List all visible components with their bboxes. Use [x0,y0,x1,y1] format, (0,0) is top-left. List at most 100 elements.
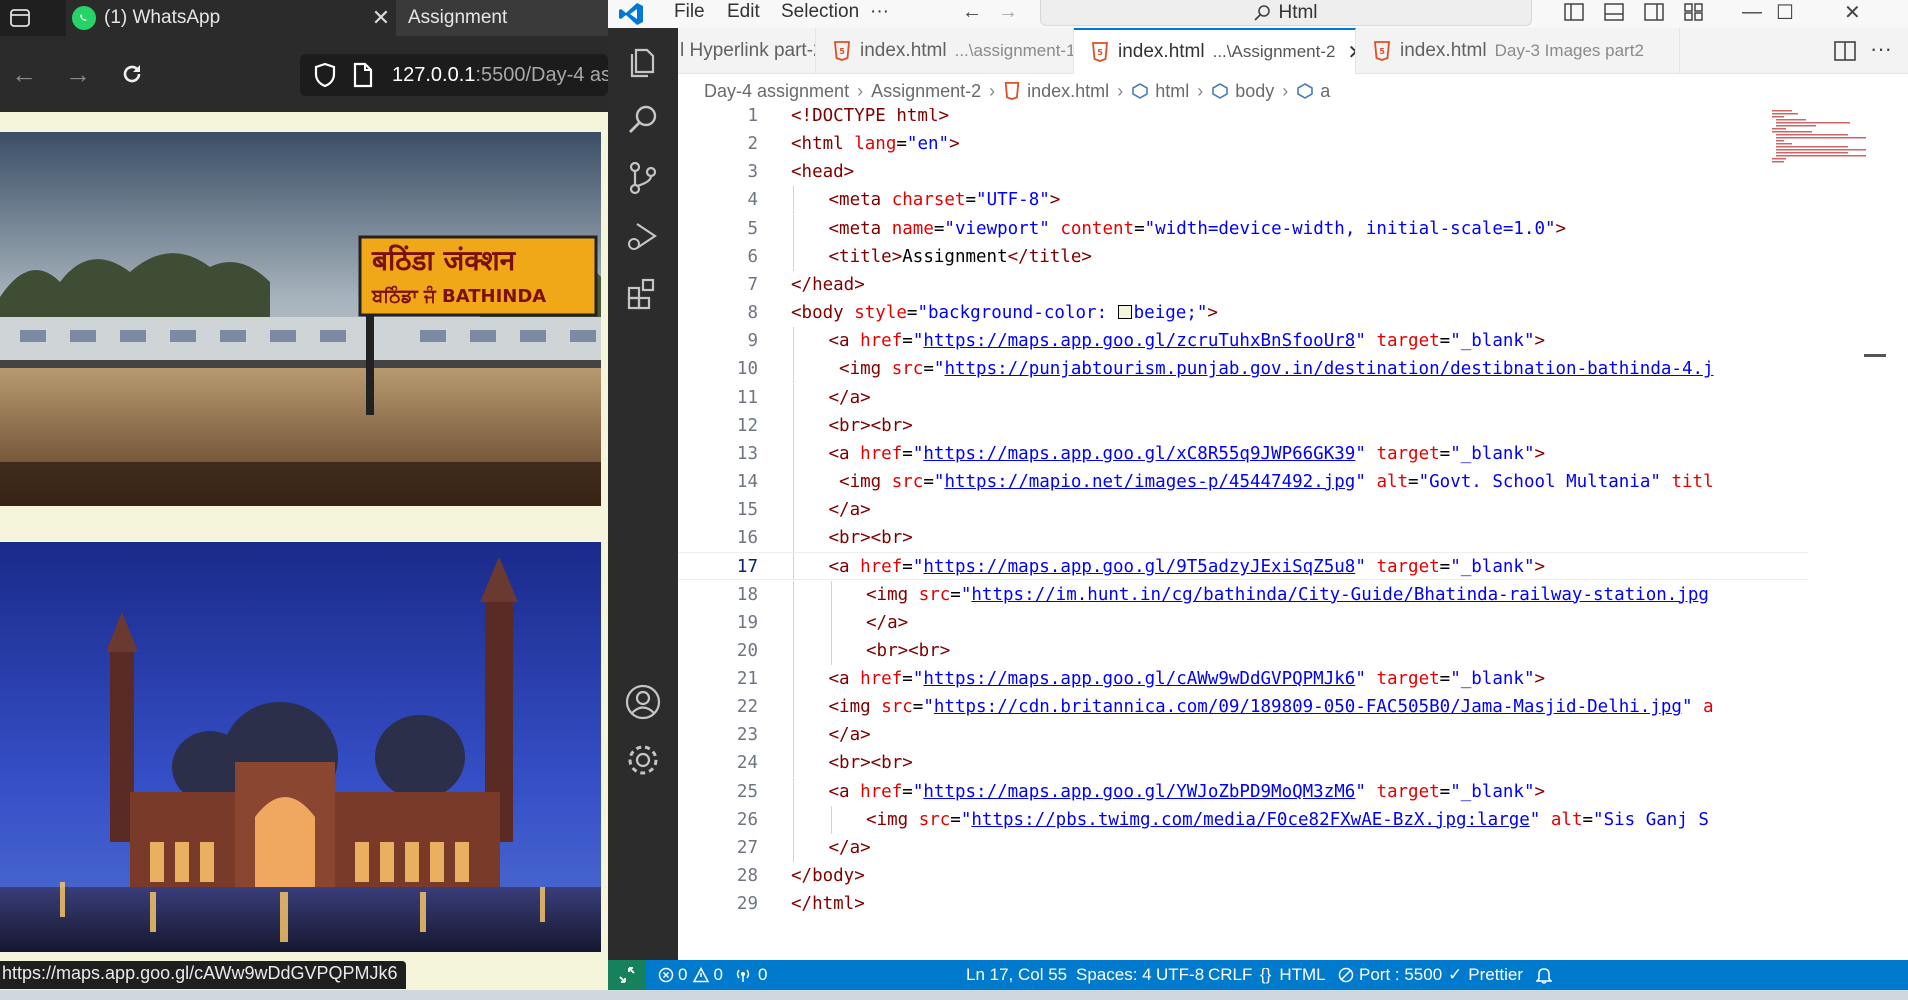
problems-indicator[interactable]: 0 0 [658,960,723,990]
indentation[interactable]: Spaces: 4 [1076,960,1152,990]
code-line[interactable]: 29 </html> [678,890,1808,918]
language-mode[interactable]: {} HTML [1260,960,1326,990]
page-info-icon[interactable] [352,62,374,88]
encoding[interactable]: UTF-8 [1156,960,1204,990]
code-url[interactable]: https://maps.app.goo.gl/cAWw9wDdGVPQPMJk… [923,669,1355,689]
code-url[interactable]: https://mapio.net/images-p/45447492.jpg [944,472,1355,492]
menu-more[interactable]: ··· [870,0,889,24]
url-text[interactable]: 127.0.0.1:5500/Day-4 as [392,64,608,87]
code-line[interactable]: 11 </a> [678,383,1808,412]
code-line[interactable]: 26 <img src="https://pbs.twimg.com/media/… [678,805,1808,834]
toggle-panel-icon[interactable] [1604,0,1624,24]
settings-gear-icon[interactable] [623,740,663,780]
code-line[interactable]: 17 <a href="https://maps.app.goo.gl/9T5ad… [678,552,1808,581]
breadcrumb-item[interactable]: index.html [1027,81,1109,102]
breadcrumb-item[interactable]: body [1235,81,1274,102]
code-line[interactable]: 8 <body style="background-color: beige;"> [678,299,1808,327]
breadcrumb-item[interactable]: html [1155,81,1189,102]
code-url[interactable]: https://maps.app.goo.gl/zcruTuhxBnSfooUr… [923,331,1355,351]
breadcrumb-item[interactable]: Assignment-2 [871,81,981,102]
accounts-icon[interactable] [623,682,663,722]
tab-index-assignment-1[interactable]: 5 index.html ...\assignment-1 [816,28,1074,74]
code-line[interactable]: 23 </a> [678,721,1808,750]
forward-arrow-icon[interactable]: → [62,58,94,90]
code-url[interactable]: https://maps.app.goo.gl/9T5adzyJExiSqZ5u… [923,557,1355,577]
toggle-sidebar-icon[interactable] [1564,0,1584,24]
code-line[interactable]: 12 <br><br> [678,411,1808,440]
code-line[interactable]: 7 </head> [678,271,1808,299]
menu-edit[interactable]: Edit [727,0,760,24]
code-url[interactable]: https://cdn.britannica.com/09/189809-050… [934,697,1682,717]
minimap[interactable] [1770,108,1870,168]
code-line[interactable]: 9 <a href="https://maps.app.goo.gl/zcruTu… [678,327,1808,356]
back-arrow-icon[interactable]: ← [8,58,40,90]
tab-index-assignment-2[interactable]: 5 index.html ...\Assignment-2 ✕ [1074,28,1356,74]
browser-tab-assignment[interactable]: Assignment [396,0,608,36]
code-line[interactable]: 28 </body> [678,862,1808,890]
code-line[interactable]: 1 <!DOCTYPE html> [678,108,1808,130]
code-url[interactable]: https://maps.app.goo.gl/YWJoZbPD9MoQM3zM… [923,782,1355,802]
ports-indicator[interactable]: 0 [734,960,767,990]
tab-hyperlink-part-2[interactable]: l Hyperlink part-2 [678,28,816,74]
search-icon[interactable] [623,100,663,140]
code-line[interactable]: 14 <img src="https://mapio.net/images-p/… [678,467,1808,496]
address-bar[interactable]: 127.0.0.1:5500/Day-4 as [300,54,608,96]
notifications-bell-icon[interactable] [1536,960,1552,990]
code-line[interactable]: 13 <a href="https://maps.app.goo.gl/xC8R5… [678,439,1808,468]
prettier-status[interactable]: ✓ Prettier [1448,960,1523,990]
customize-layout-icon[interactable] [1684,0,1704,24]
breadcrumb-item[interactable]: a [1320,81,1330,102]
code-line[interactable]: 19 </a> [678,608,1808,637]
reload-icon[interactable] [116,58,148,90]
nav-back-icon[interactable]: ← [962,0,982,24]
browser-tab-whatsapp[interactable]: (1) WhatsApp ✕ [66,0,396,36]
code-line[interactable]: 18 <img src="https://im.hunt.in/cg/bathin… [678,580,1808,609]
toggle-secondary-sidebar-icon[interactable] [1644,0,1664,24]
bathinda-junction-photo[interactable]: बठिंडा जंक्शन ਬਠਿੰਡਾ ਜੰ BATHINDA [0,132,601,506]
split-editor-icon[interactable] [1834,40,1856,62]
nav-forward-icon[interactable]: → [998,0,1018,24]
end-of-line[interactable]: CRLF [1208,960,1252,990]
code-line[interactable]: 6 <title>Assignment</title> [678,242,1808,271]
code-line[interactable]: 27 </a> [678,833,1808,862]
code-text: <title>Assignment</title> [829,243,1092,271]
run-debug-icon[interactable] [623,216,663,256]
code-line[interactable]: 3 <head> [678,158,1808,186]
remote-indicator-icon[interactable] [608,960,646,990]
live-server-port[interactable]: Port : 5500 [1338,960,1442,990]
jama-masjid-photo[interactable] [0,542,601,952]
more-actions-icon[interactable]: ··· [1870,36,1892,62]
maximize-icon[interactable]: ☐ [1776,0,1794,24]
code-line[interactable]: 24 <br><br> [678,749,1808,778]
extensions-icon[interactable] [623,274,663,314]
close-window-icon[interactable]: ✕ [1844,0,1861,24]
minimize-icon[interactable]: — [1742,0,1762,24]
close-tab-icon[interactable]: ✕ [366,5,396,31]
code-line[interactable]: 4 <meta charset="UTF-8"> [678,186,1808,215]
code-line[interactable]: 5 <meta name="viewport" content="width=de… [678,214,1808,243]
code-line[interactable]: 22 <img src="https://cdn.britannica.com/0… [678,693,1808,722]
menu-file[interactable]: File [674,0,705,24]
code-url[interactable]: https://maps.app.goo.gl/xC8R55q9JWP66GK3… [923,444,1355,464]
code-url[interactable]: https://pbs.twimg.com/media/F0ce82FXwAE-… [971,810,1529,830]
code-line[interactable]: 21 <a href="https://maps.app.goo.gl/cAWw9… [678,665,1808,693]
menu-selection[interactable]: Selection [781,0,859,24]
code-line[interactable]: 10 <img src="https://punjabtourism.punja… [678,355,1808,384]
code-line[interactable]: 2 <html lang="en"> [678,130,1808,158]
code-line[interactable]: 25 <a href="https://maps.app.goo.gl/YWJoZ… [678,777,1808,806]
code-line[interactable]: 16 <br><br> [678,524,1808,553]
tab-actions-icon[interactable] [6,0,34,36]
code-url[interactable]: https://im.hunt.in/cg/bathinda/City-Guid… [971,585,1709,605]
code-url[interactable]: https://punjabtourism.punjab.gov.in/dest… [944,359,1713,379]
close-tab-icon[interactable]: ✕ [1347,40,1355,65]
code-line[interactable]: 20 <br><br> [678,636,1808,665]
source-control-icon[interactable] [623,158,663,198]
shield-icon[interactable] [312,62,338,88]
code-line[interactable]: 15 </a> [678,496,1808,525]
explorer-icon[interactable] [623,42,663,82]
tab-index-day-3[interactable]: 5 index.html Day-3 Images part2 [1356,28,1680,74]
code-editor[interactable]: 1 <!DOCTYPE html> 2 <html lang="en"> 3 <head>… [678,108,1908,960]
cursor-position[interactable]: Ln 17, Col 55 [966,960,1067,990]
command-center-search[interactable]: Html [1040,0,1532,26]
breadcrumb-item[interactable]: Day-4 assignment [704,81,849,102]
